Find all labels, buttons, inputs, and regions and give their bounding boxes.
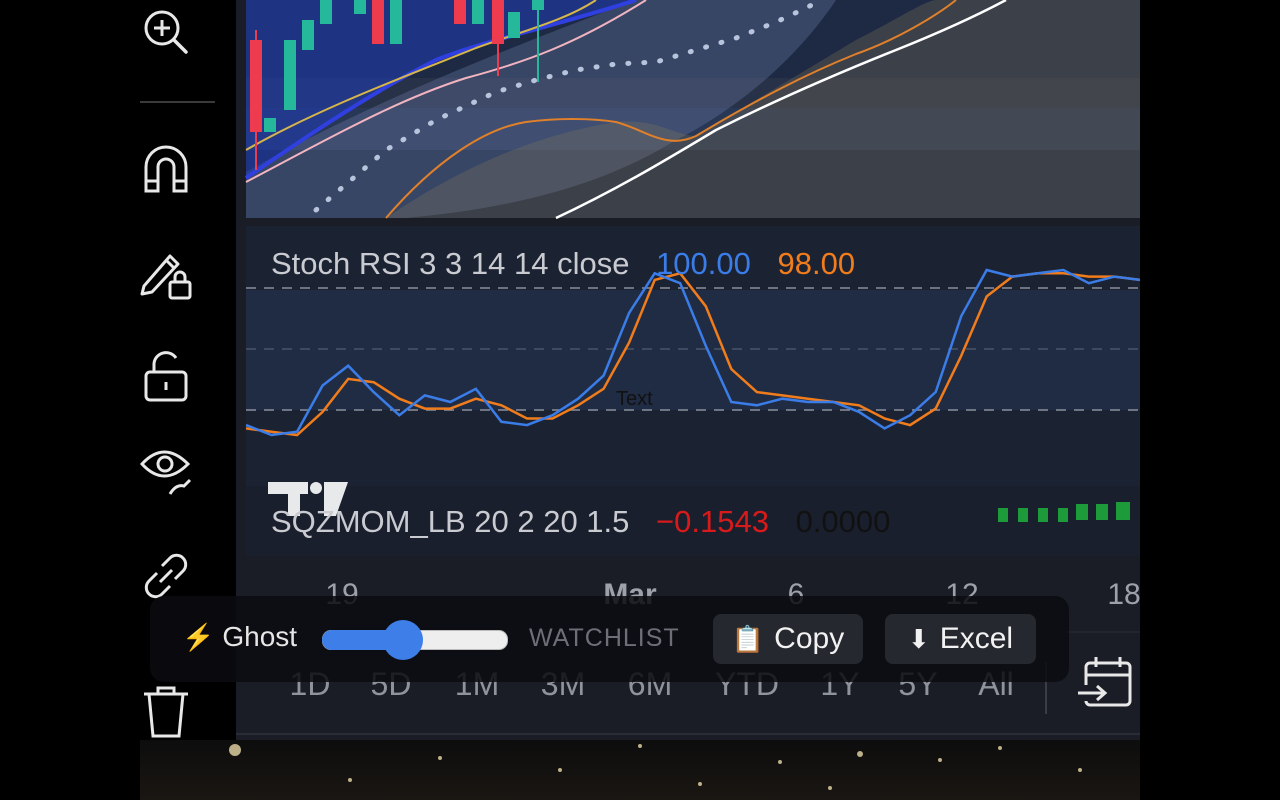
time-tick: 18 [1107, 578, 1140, 611]
delete-button[interactable] [140, 684, 192, 738]
sqzmom-zero-value: 0.0000 [795, 504, 891, 539]
excel-label: Excel [939, 622, 1014, 655]
lock-drawings-button[interactable] [140, 246, 192, 300]
go-to-date-button[interactable] [1078, 655, 1134, 711]
stoch-rsi-legend[interactable]: Stoch RSI 3 3 14 14 close 100.00 98.00 [271, 246, 873, 282]
ghost-opacity-slider[interactable] [322, 620, 508, 660]
ghost-toggle[interactable]: ⚡ Ghost [182, 621, 297, 653]
stoch-d-value: 98.00 [777, 246, 856, 281]
magnet-button[interactable] [140, 143, 192, 195]
clipboard-icon: 📋 [731, 623, 765, 654]
calendar-goto-icon [1078, 657, 1132, 707]
trash-icon [144, 686, 188, 738]
zoom-in-icon [144, 10, 188, 54]
magnet-icon [144, 145, 188, 193]
watchlist-button[interactable]: WATCHLIST [529, 624, 680, 653]
slider-thumb[interactable] [382, 620, 423, 660]
eye-icon [140, 450, 192, 495]
ghost-panel: ⚡ Ghost WATCHLIST 📋 Copy ⬇ Excel [150, 596, 1069, 682]
lock-open-icon [144, 351, 188, 402]
download-icon: ⬇ [907, 623, 930, 654]
excel-button[interactable]: ⬇ Excel [885, 614, 1036, 664]
stoch-k-value: 100.00 [656, 246, 751, 281]
pencil-lock-icon [140, 254, 192, 300]
ghost-label: Ghost [222, 621, 298, 652]
copy-label: Copy [774, 622, 845, 655]
zoom-in-button[interactable] [140, 6, 192, 58]
copy-button[interactable]: 📋 Copy [713, 614, 863, 664]
toolbar-divider [140, 101, 215, 103]
lock-button[interactable] [140, 350, 192, 402]
background-photo [140, 740, 1140, 800]
link-icon [144, 553, 188, 599]
sqzmom-value: −0.1543 [656, 504, 769, 539]
price-pane [244, 0, 1140, 220]
link-button[interactable] [140, 550, 192, 602]
lightning-icon: ⚡ [182, 621, 215, 652]
hide-button[interactable] [140, 440, 192, 495]
sqzmom-legend[interactable]: SQZMOM_LB 20 2 20 1.5 −0.1543 0.0000 [271, 504, 908, 540]
text-annotation[interactable]: Text [616, 388, 653, 411]
sqzmom-label: SQZMOM_LB 20 2 20 1.5 [271, 504, 630, 539]
stoch-rsi-label: Stoch RSI 3 3 14 14 close [271, 246, 630, 281]
